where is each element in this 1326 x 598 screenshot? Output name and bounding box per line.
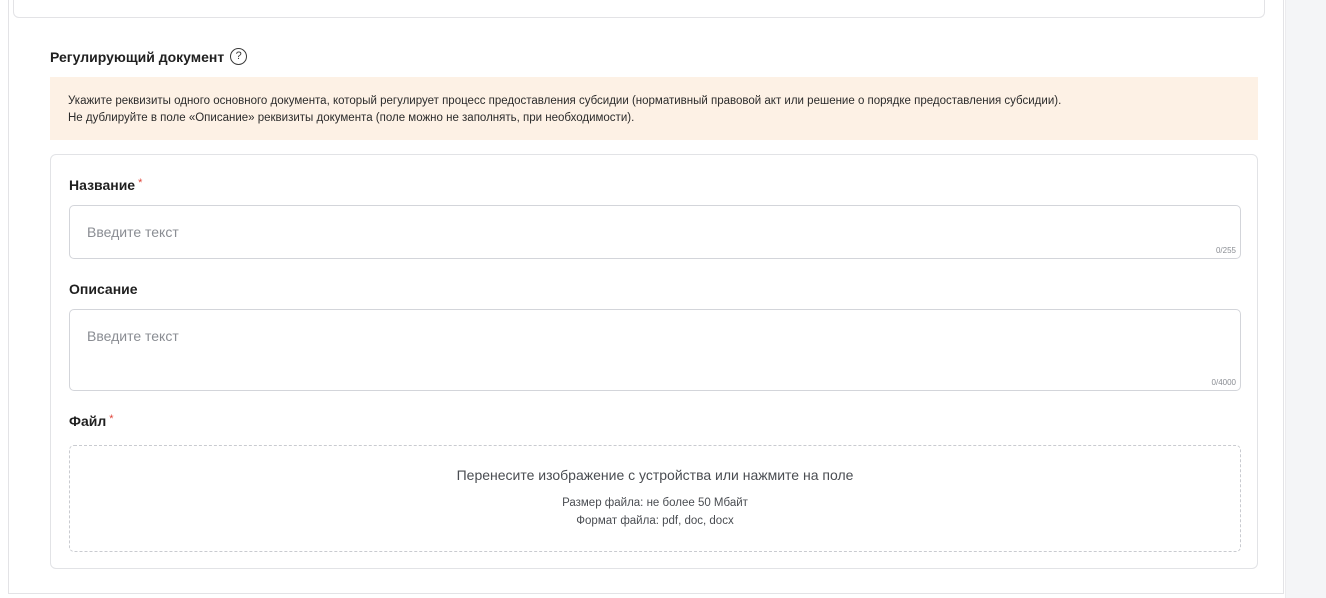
description-char-counter: 0/4000 (1211, 378, 1236, 387)
document-form-card: Название * Введите текст 0/255 Описание В… (50, 154, 1258, 569)
name-input-placeholder: Введите текст (87, 224, 179, 240)
file-dropzone[interactable]: Перенесите изображение с устройства или … (69, 445, 1241, 552)
description-textarea[interactable]: Введите текст 0/4000 (69, 309, 1241, 391)
required-mark: * (109, 413, 114, 425)
section-header: Регулирующий документ ? (50, 48, 248, 65)
file-size-hint: Размер файла: не более 50 Мбайт (562, 497, 748, 509)
section-title: Регулирующий документ (50, 48, 225, 65)
notice-line-2: Не дублируйте в поле «Описание» реквизит… (68, 112, 635, 124)
required-mark: * (138, 177, 143, 189)
file-field-label: Файл * (69, 413, 114, 429)
scrollbar-track[interactable] (1285, 0, 1326, 598)
dropzone-instruction: Перенесите изображение с устройства или … (456, 467, 854, 483)
name-char-counter: 0/255 (1215, 246, 1236, 255)
description-field-label: Описание (69, 281, 138, 297)
previous-section-card (13, 0, 1265, 18)
name-input[interactable]: Введите текст 0/255 (69, 205, 1241, 259)
description-placeholder: Введите текст (87, 328, 179, 344)
name-field-label: Название * (69, 177, 143, 193)
help-icon[interactable]: ? (230, 48, 248, 65)
notice-line-1: Укажите реквизиты одного основного докум… (68, 95, 1062, 107)
file-format-hint: Формат файла: pdf, doc, docx (576, 515, 734, 527)
info-notice: Укажите реквизиты одного основного докум… (50, 77, 1258, 140)
